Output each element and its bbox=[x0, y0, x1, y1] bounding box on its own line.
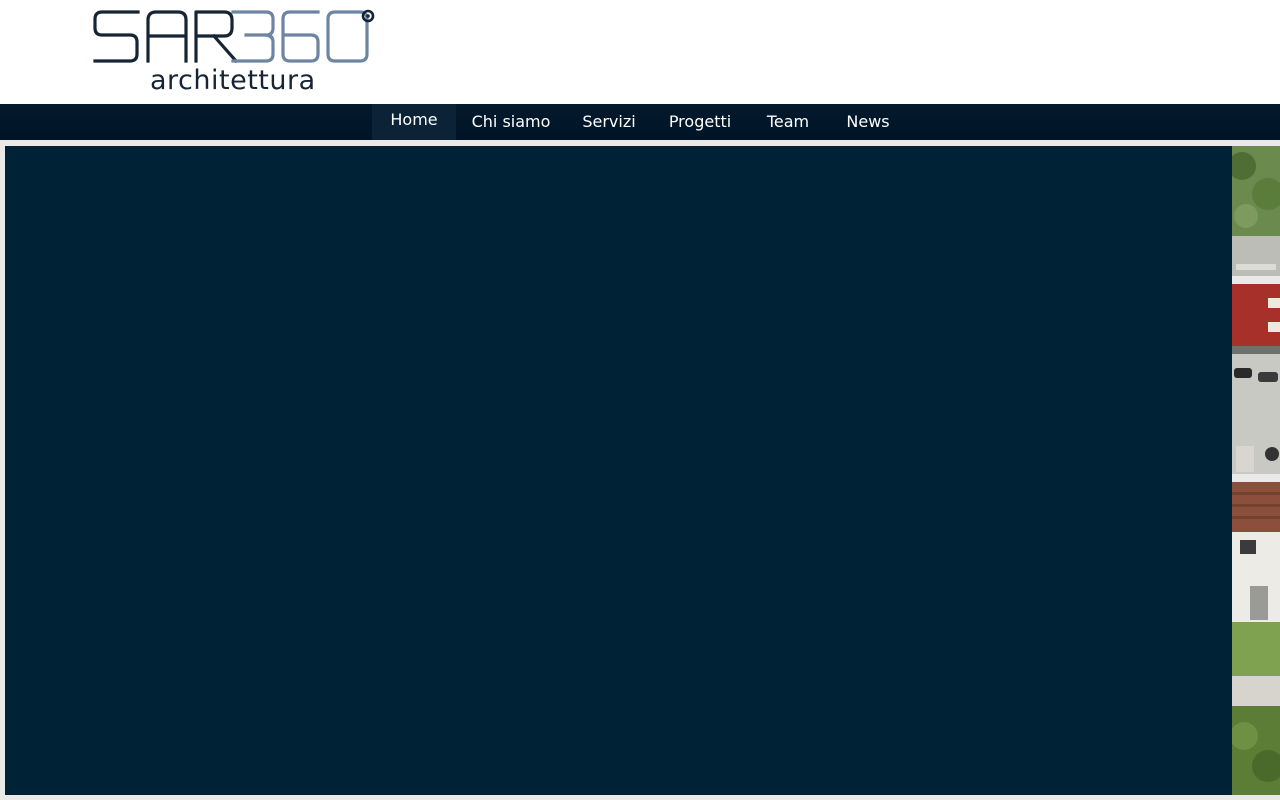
nav-item-servizi[interactable]: Servizi bbox=[576, 104, 642, 140]
hero-slider[interactable] bbox=[5, 146, 1232, 795]
nav-item-home[interactable]: Home bbox=[372, 104, 456, 140]
nav-item-chi-siamo[interactable]: Chi siamo bbox=[466, 104, 556, 140]
hero-slide-image[interactable] bbox=[1232, 146, 1280, 795]
nav-item-team[interactable]: Team bbox=[758, 104, 818, 140]
logo-tagline: architettura bbox=[150, 65, 316, 96]
nav-item-progetti[interactable]: Progetti bbox=[662, 104, 738, 140]
page-bottom-edge bbox=[0, 795, 1280, 800]
site-header: architettura bbox=[0, 0, 1280, 104]
nav-item-news[interactable]: News bbox=[838, 104, 898, 140]
main-navigation: Home Chi siamo Servizi Progetti Team New… bbox=[0, 104, 1280, 140]
